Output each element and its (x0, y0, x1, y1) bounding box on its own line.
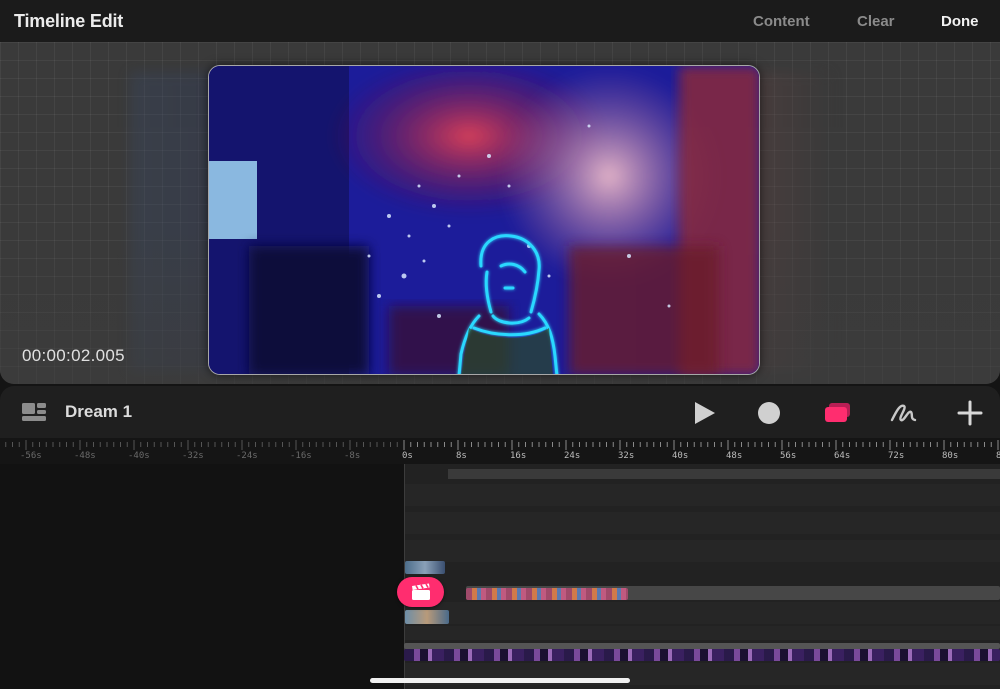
ruler-tick-label: -48s (74, 451, 96, 461)
ruler-tick-label: 0s (402, 451, 413, 461)
track-headers-area (0, 464, 404, 689)
done-button[interactable]: Done (941, 13, 979, 30)
ruler-tick-label: 8s (456, 451, 467, 461)
timeline-clip[interactable] (405, 610, 449, 624)
track-row[interactable] (404, 626, 1000, 640)
home-indicator[interactable] (370, 678, 630, 683)
ruler-tick-label: 32s (618, 451, 635, 461)
ruler-tick-label: 24s (564, 451, 581, 461)
timeline-clip[interactable] (404, 649, 1000, 661)
ruler-tick-label: 16s (510, 451, 527, 461)
draw-icon[interactable] (888, 398, 918, 428)
timeline-clip[interactable] (405, 561, 445, 574)
add-icon[interactable] (955, 398, 985, 428)
timeline-clip[interactable] (466, 588, 628, 600)
ruler-tick-label: 88 (996, 451, 1000, 461)
track-row[interactable] (404, 602, 1000, 624)
ruler-tick-label: -56s (20, 451, 42, 461)
ruler-tick-label: 56s (780, 451, 797, 461)
clapperboard-icon (411, 583, 430, 600)
preview-canvas[interactable]: 00:00:02.005 (0, 42, 1000, 384)
ruler-tick-label: -32s (182, 451, 204, 461)
timeline-range-strip (448, 469, 1000, 479)
timeline-toolbar: Dream 1 (0, 386, 1000, 438)
ruler-tick-label: -40s (128, 451, 150, 461)
layers-icon[interactable] (822, 398, 852, 428)
ruler-tick-label: -24s (236, 451, 258, 461)
project-name[interactable]: Dream 1 (65, 402, 132, 422)
top-bar: Timeline Edit Content Clear Done (0, 0, 1000, 42)
timeline-ruler[interactable]: -56s -48s -40s -32s -24s -16s -8s 0s 8s 16s 24s 32s… (0, 438, 1000, 464)
ruler-tick-label: 72s (888, 451, 905, 461)
track-row[interactable] (404, 484, 1000, 506)
timecode-readout: 00:00:02.005 (22, 346, 125, 365)
project-browser-icon[interactable] (21, 402, 47, 427)
ruler-tick-label: -16s (290, 451, 312, 461)
ruler-tick-label: -8s (344, 451, 361, 461)
clip-badge-button[interactable] (397, 577, 444, 607)
content-button[interactable]: Content (753, 13, 810, 30)
clear-button[interactable]: Clear (857, 13, 895, 30)
track-row[interactable] (404, 540, 1000, 562)
ruler-tick-label: 80s (942, 451, 959, 461)
record-icon[interactable] (754, 398, 784, 428)
track-row[interactable] (404, 512, 1000, 534)
ruler-tick-label: 40s (672, 451, 689, 461)
play-icon[interactable] (690, 398, 720, 428)
page-title: Timeline Edit (14, 11, 124, 31)
ruler-tick-label: 48s (726, 451, 743, 461)
ruler-tick-label: 64s (834, 451, 851, 461)
video-preview[interactable] (208, 65, 760, 375)
